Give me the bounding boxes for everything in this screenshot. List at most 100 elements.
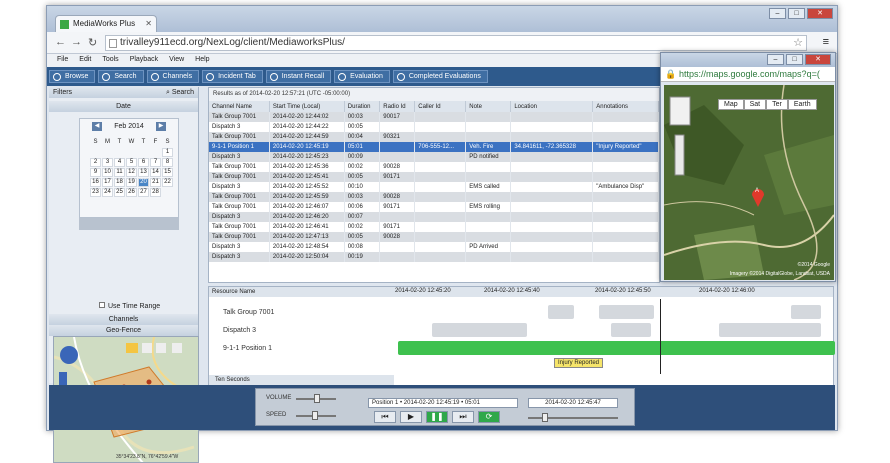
calendar-day[interactable]: 25 xyxy=(114,188,125,197)
completed-evaluations-button[interactable]: Completed Evaluations xyxy=(392,70,488,83)
table-row[interactable]: 9-1-1 Position 1 2014-02-20 12:45:19 05:01… xyxy=(209,142,659,152)
map-type-earth[interactable]: Earth xyxy=(787,99,817,110)
table-row[interactable]: Dispatch 3 2014-02-20 12:46:20 00:07 xyxy=(209,212,659,222)
timeline-resource-talkgroup[interactable]: Talk Group 7001 xyxy=(223,309,274,316)
close-button[interactable]: ✕ xyxy=(807,8,833,19)
calendar-day[interactable]: 5 xyxy=(126,158,137,167)
table-row[interactable]: Talk Group 7001 2014-02-20 12:45:59 00:03 9… xyxy=(209,192,659,202)
calendar-day[interactable]: 22 xyxy=(162,178,173,187)
popup-close-button[interactable]: ✕ xyxy=(805,54,831,65)
skip-back-button[interactable]: ⏮ xyxy=(374,411,396,423)
calendar-day[interactable]: 17 xyxy=(102,178,113,187)
calendar-day[interactable]: 26 xyxy=(126,188,137,197)
playhead[interactable] xyxy=(660,299,661,374)
maximize-button[interactable]: □ xyxy=(788,8,805,19)
search-button[interactable]: Search xyxy=(98,70,144,83)
calendar-day[interactable]: 9 xyxy=(90,168,101,177)
table-row[interactable]: Dispatch 3 2014-02-20 12:44:22 00:05 xyxy=(209,122,659,132)
audio-segment[interactable] xyxy=(791,305,821,319)
calendar-day[interactable]: 14 xyxy=(150,168,161,177)
menu-view[interactable]: View xyxy=(169,56,184,67)
next-month-button[interactable]: ▶ xyxy=(156,122,166,131)
column-header[interactable]: Radio Id xyxy=(379,101,416,112)
audio-segment[interactable] xyxy=(548,305,574,319)
column-header[interactable]: Caller Id xyxy=(414,101,467,112)
minimize-button[interactable]: – xyxy=(769,8,786,19)
satellite-map[interactable]: Map Sat Ter Earth A ©2014 Google Imagery… xyxy=(664,85,834,280)
menu-playback[interactable]: Playback xyxy=(130,56,158,67)
popup-maximize-button[interactable]: □ xyxy=(786,54,803,65)
table-row[interactable]: Talk Group 7001 2014-02-20 12:45:36 00:02 9… xyxy=(209,162,659,172)
instant-recall-button[interactable]: Instant Recall xyxy=(265,70,332,83)
calendar-day[interactable]: 6 xyxy=(138,158,149,167)
bookmark-star-icon[interactable]: ☆ xyxy=(793,36,803,49)
map-type-sat[interactable]: Sat xyxy=(743,99,767,110)
calendar-day[interactable]: 8 xyxy=(162,158,173,167)
channels-section-header[interactable]: Channels xyxy=(49,314,198,325)
browser-menu-icon[interactable]: ≡ xyxy=(823,36,829,48)
calendar-day[interactable]: 16 xyxy=(90,178,101,187)
table-row[interactable]: Dispatch 3 2014-02-20 12:45:23 00:09 PD not… xyxy=(209,152,659,162)
channels-button[interactable]: Channels xyxy=(146,70,200,83)
calendar-day[interactable]: 3 xyxy=(102,158,113,167)
browse-button[interactable]: Browse xyxy=(49,70,96,83)
speed-knob[interactable] xyxy=(312,411,318,420)
table-row[interactable]: Talk Group 7001 2014-02-20 12:46:41 00:02 9… xyxy=(209,222,659,232)
calendar-day[interactable]: 1 xyxy=(162,148,173,157)
calendar-day[interactable]: 15 xyxy=(162,168,173,177)
map-type-ter[interactable]: Ter xyxy=(766,99,788,110)
calendar-day[interactable]: 13 xyxy=(138,168,149,177)
calendar-day[interactable]: 12 xyxy=(126,168,137,177)
forward-icon[interactable]: → xyxy=(71,36,82,48)
evaluation-button[interactable]: Evaluation xyxy=(334,70,390,83)
column-header[interactable]: Duration xyxy=(344,101,381,112)
use-time-range-checkbox[interactable]: Use Time Range xyxy=(99,302,160,310)
prev-month-button[interactable]: ◀ xyxy=(92,122,102,131)
calendar-day[interactable]: 28 xyxy=(150,188,161,197)
loop-button[interactable]: ⟳ xyxy=(478,411,500,423)
calendar-day[interactable]: 23 xyxy=(90,188,101,197)
menu-file[interactable]: File xyxy=(57,56,68,67)
calendar-day[interactable]: 2 xyxy=(90,158,101,167)
seek-knob[interactable] xyxy=(542,413,548,422)
table-row[interactable]: Dispatch 3 2014-02-20 12:45:52 00:10 EMS ca… xyxy=(209,182,659,192)
geofence-section-header[interactable]: Geo-Fence xyxy=(49,325,198,336)
audio-segment[interactable] xyxy=(719,323,821,337)
timeline-resource-dispatch3[interactable]: Dispatch 3 xyxy=(223,327,256,334)
audio-segment[interactable] xyxy=(599,305,654,319)
browser-tab[interactable]: MediaWorks Plus ✕ xyxy=(55,15,157,32)
url-input[interactable]: trivalley911ecd.org/NexLog/client/Mediaw… xyxy=(105,35,807,51)
audio-segment[interactable] xyxy=(611,323,651,337)
popup-minimize-button[interactable]: – xyxy=(767,54,784,65)
volume-knob[interactable] xyxy=(314,394,320,403)
table-row[interactable]: Talk Group 7001 2014-02-20 12:44:59 00:04 9… xyxy=(209,132,659,142)
table-row[interactable]: Talk Group 7001 2014-02-20 12:46:07 00:06 9… xyxy=(209,202,659,212)
calendar-day[interactable]: 27 xyxy=(138,188,149,197)
filter-search-link[interactable]: ⌕ Search xyxy=(166,89,194,97)
reload-icon[interactable]: ↻ xyxy=(88,36,97,49)
incident-tab-button[interactable]: Incident Tab xyxy=(202,70,263,83)
table-row[interactable]: Talk Group 7001 2014-02-20 12:44:02 00:03 9… xyxy=(209,112,659,122)
calendar-day[interactable]: 19 xyxy=(126,178,137,187)
menu-tools[interactable]: Tools xyxy=(102,56,118,67)
menu-edit[interactable]: Edit xyxy=(79,56,91,67)
table-row[interactable]: Dispatch 3 2014-02-20 12:50:04 00:19 xyxy=(209,252,659,262)
map-type-map[interactable]: Map xyxy=(718,99,744,110)
pause-button[interactable]: ❚❚ xyxy=(426,411,448,423)
calendar-day[interactable]: 7 xyxy=(150,158,161,167)
tab-close-icon[interactable]: ✕ xyxy=(145,19,152,28)
calendar-day[interactable]: 21 xyxy=(150,178,161,187)
calendar-day[interactable]: 11 xyxy=(114,168,125,177)
skip-forward-button[interactable]: ⏭ xyxy=(452,411,474,423)
popup-url-bar[interactable]: 🔒 https://maps.google.com/maps?q=( xyxy=(661,67,835,82)
calendar-day[interactable]: 10 xyxy=(102,168,113,177)
date-section-header[interactable]: Date xyxy=(49,101,198,112)
table-row[interactable]: Talk Group 7001 2014-02-20 12:45:41 00:05 9… xyxy=(209,172,659,182)
calendar-day[interactable]: 24 xyxy=(102,188,113,197)
calendar-day[interactable]: 20 xyxy=(138,178,149,187)
column-header[interactable]: Start Time (Local) xyxy=(269,101,345,112)
column-header[interactable]: Channel Name xyxy=(209,101,270,112)
column-header[interactable]: Annotations xyxy=(592,101,659,112)
play-button[interactable]: ▶ xyxy=(400,411,422,423)
menu-help[interactable]: Help xyxy=(195,56,209,67)
